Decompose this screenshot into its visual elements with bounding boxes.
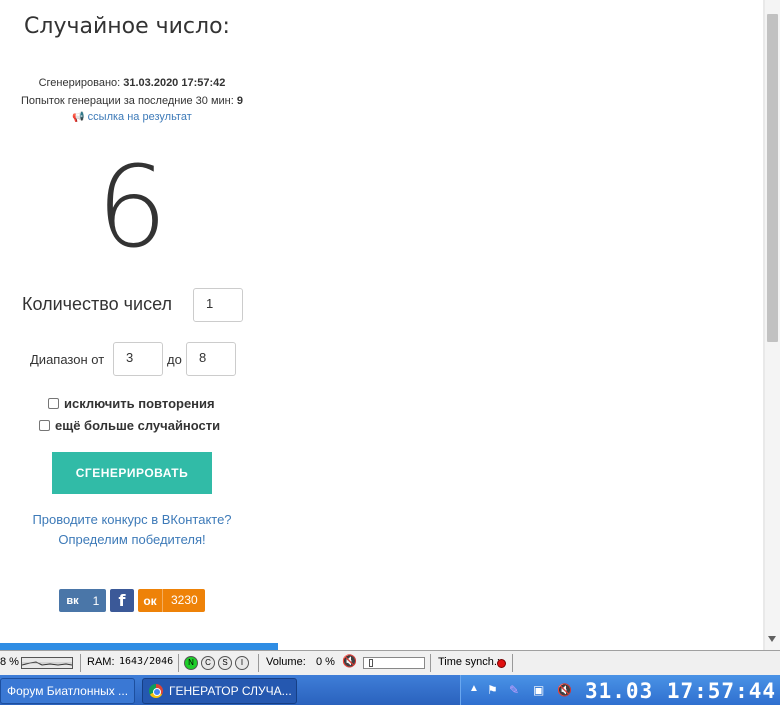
more-random-label: ещё больше случайности [55,418,221,433]
vk-share-count: 1 [92,593,100,608]
scroll-down-arrow-icon[interactable] [768,636,776,642]
volume-slider[interactable] [363,657,425,669]
megaphone-icon: 📢 [72,112,85,123]
taskbar-item-chrome[interactable]: ГЕНЕРАТОР СЛУЧА... [142,678,297,704]
more-random-option[interactable]: ещё больше случайности [39,418,220,433]
ram-label: RAM: [87,656,115,668]
promo-link-winner[interactable]: Определим победителя! [0,532,264,547]
vk-share-button[interactable]: вк 1 [59,589,106,612]
range-from-label: Диапазон от [30,352,105,367]
windows-taskbar: Форум Биатлонных ... ГЕНЕРАТОР СЛУЧА... … [0,675,780,705]
separator [178,654,179,672]
expand-tray-icon[interactable]: ▲ [469,683,479,694]
taskbar-item-forum[interactable]: Форум Биатлонных ... [0,678,135,704]
generated-label: Сгенерировано: [38,77,121,89]
cpu-graph [21,657,73,669]
facebook-icon: f [118,591,126,610]
pen-icon[interactable]: ✎ [509,683,519,697]
odnoklassniki-icon: ок [143,593,157,608]
result-link-text[interactable]: ссылка на результат [88,111,192,123]
taskbar-item-label: ГЕНЕРАТОР СЛУЧА... [169,684,292,698]
result-link[interactable]: 📢 ссылка на результат [0,111,264,123]
i-button[interactable]: I [235,656,249,670]
vertical-scrollbar[interactable] [765,0,780,650]
no-repeat-label: исключить повторения [64,396,215,411]
network-icon[interactable]: ▣ [533,683,544,697]
count-label: Количество чисел [22,294,173,314]
page-title: Случайное число: [24,14,230,39]
promo-link-contest[interactable]: Проводите конкурс в ВКонтакте? [0,512,264,527]
volume-value: 0 % [316,656,335,668]
n-button[interactable]: N [184,656,198,670]
separator [512,654,513,672]
flag-icon[interactable]: ⚑ [487,683,498,697]
muted-speaker-icon[interactable]: 🔇 [557,683,572,697]
range-to-label: до [167,352,182,367]
bottom-blue-banner [0,643,278,650]
separator [258,654,259,672]
range-to-input[interactable]: 8 [186,342,236,376]
taskbar-item-label: Форум Биатлонных ... [7,684,129,698]
generated-timestamp: Сгенерировано: 31.03.2020 17:57:42 [0,77,264,89]
volume-label: Volume: [266,656,306,668]
range-from-input[interactable]: 3 [113,342,163,376]
generate-button[interactable]: СГЕНЕРИРОВАТЬ [52,452,212,494]
cpu-percent: 8 % [0,656,19,668]
no-repeat-option[interactable]: исключить повторения [48,396,215,411]
taskbar-clock[interactable]: 31.03 17:57:44 [585,679,776,703]
ram-value: 1643/2046 [119,656,174,667]
separator [430,654,431,672]
chrome-icon [149,684,163,698]
time-synch-status-icon [497,659,506,668]
separator [80,654,81,672]
more-random-checkbox[interactable] [39,420,50,431]
generated-value: 31.03.2020 17:57:42 [123,77,226,89]
c-button[interactable]: C [201,656,215,670]
ok-share-button[interactable]: ок 3230 [138,589,205,612]
attempts-info: Попыток генерации за последние 30 мин: 9 [0,95,264,107]
no-repeat-checkbox[interactable] [48,398,59,409]
facebook-share-button[interactable]: f [110,589,134,612]
time-synch-label: Time synch.: [438,656,500,668]
ok-share-count: 3230 [162,589,198,612]
scrollbar-thumb[interactable] [767,14,778,342]
speaker-icon[interactable]: 🔇 [342,654,357,668]
s-button[interactable]: S [218,656,232,670]
system-monitor-bar: 8 % RAM: 1643/2046 N C S I Volume: 0 % 🔇… [0,650,780,675]
result-number: 6 [96,143,168,273]
browser-page: Случайное число: Сгенерировано: 31.03.20… [0,0,765,650]
count-input[interactable]: 1 [193,288,243,322]
attempts-label: Попыток генерации за последние 30 мин: [21,95,234,107]
vk-icon: вк [66,594,79,607]
volume-slider-knob[interactable] [368,659,373,667]
attempts-value: 9 [236,95,243,107]
